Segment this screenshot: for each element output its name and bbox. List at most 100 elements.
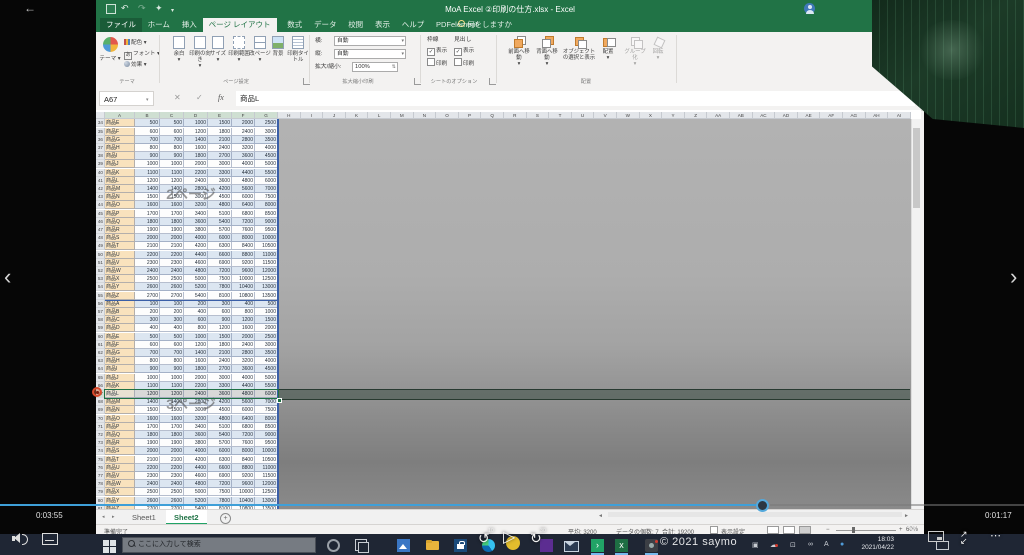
cell[interactable]: 500 [160,333,184,341]
headings-print-checkbox[interactable]: 印刷 [454,58,474,68]
view-page-break-button[interactable] [799,526,811,534]
cell[interactable]: 5400 [184,292,208,300]
cell[interactable]: 1800 [184,365,208,373]
next-video-icon[interactable]: › [1010,266,1017,288]
cell[interactable]: 7500 [208,275,232,283]
cell[interactable]: 13000 [255,283,278,291]
column-header[interactable]: P [459,112,482,119]
cell[interactable]: 4200 [184,456,208,464]
cell[interactable]: 800 [160,144,184,152]
cell[interactable]: 5000 [184,488,208,496]
cell[interactable]: 2800 [232,136,255,144]
ribbon-tab-9[interactable]: PDFelement [430,18,484,32]
zoom-slider[interactable] [836,530,896,531]
cell[interactable]: 800 [184,324,208,332]
cell[interactable]: 商品J [105,160,135,168]
cell[interactable]: 8800 [232,251,255,259]
cell[interactable]: 2300 [160,259,184,267]
cell[interactable]: 1000 [255,308,278,316]
cell[interactable]: 2300 [135,472,160,480]
tray-camera-icon[interactable]: ▣ [752,541,759,549]
cell[interactable]: 2300 [160,472,184,480]
cell[interactable]: 2000 [184,160,208,168]
more-options-icon[interactable]: ⋯ [990,529,1001,542]
column-header[interactable]: A [105,112,135,119]
cell[interactable]: 商品D [105,324,135,332]
cell[interactable]: 商品E [105,119,135,127]
themes-button[interactable]: テーマ ▾ [98,36,122,78]
cell[interactable]: 10800 [232,292,255,300]
theme-fonts-button[interactable]: あフォント ▾ [124,50,160,60]
cell[interactable]: 600 [208,308,232,316]
align-button[interactable]: 配置▾ [598,36,618,61]
cell[interactable]: 4500 [255,365,278,373]
cell[interactable]: 3200 [232,357,255,365]
cell[interactable]: 600 [160,341,184,349]
cell[interactable]: 商品T [105,242,135,250]
print-titles-button[interactable]: 印刷タイトル [286,36,310,63]
row-header[interactable]: 54 [96,283,105,291]
cell[interactable]: 4800 [184,480,208,488]
column-header[interactable]: B [135,112,160,119]
video-progress-knob[interactable] [756,499,769,512]
cell[interactable]: 4600 [184,472,208,480]
cell[interactable]: 900 [160,365,184,373]
column-header[interactable]: AC [753,112,776,119]
cell[interactable]: 600 [135,128,160,136]
cell[interactable]: 9500 [255,226,278,234]
cell[interactable]: 6600 [208,251,232,259]
cell[interactable]: 900 [135,152,160,160]
row-header[interactable]: 47 [96,226,105,234]
cell[interactable]: 商品I [105,365,135,373]
cell[interactable]: 8400 [232,242,255,250]
cell[interactable]: 800 [160,357,184,365]
cell[interactable]: 3200 [184,415,208,423]
skip-back-icon[interactable]: ↺10 [478,530,490,547]
cell[interactable]: 8400 [232,456,255,464]
cell[interactable]: 2600 [160,283,184,291]
cell[interactable]: 900 [208,316,232,324]
cell[interactable]: 3200 [232,144,255,152]
cell[interactable]: 9500 [255,439,278,447]
cell[interactable]: 1800 [160,431,184,439]
cell[interactable]: 1800 [208,341,232,349]
cell[interactable]: 商品U [105,464,135,472]
selection-pane-button[interactable]: オブジェクトの選択と表示 [562,36,596,61]
cell[interactable]: 11500 [255,259,278,267]
tray-link-icon[interactable]: ∞ [808,541,813,548]
cell[interactable]: 2000 [135,234,160,242]
cell[interactable]: 8500 [255,423,278,431]
cell[interactable]: 6300 [208,242,232,250]
cell[interactable]: 2500 [135,488,160,496]
cell[interactable]: 2200 [135,251,160,259]
cell[interactable]: 700 [160,136,184,144]
cell[interactable]: 800 [135,144,160,152]
cell[interactable]: 9600 [232,267,255,275]
cell[interactable]: 6900 [208,472,232,480]
row-header[interactable]: 42 [96,185,105,193]
cell[interactable]: 7200 [208,267,232,275]
row-header[interactable]: 74 [96,447,105,455]
cell[interactable]: 商品E [105,333,135,341]
row-header[interactable]: 52 [96,267,105,275]
column-header[interactable]: AA [707,112,730,119]
cell[interactable]: 2700 [135,292,160,300]
cell[interactable]: 2000 [184,374,208,382]
cell[interactable]: 12500 [255,275,278,283]
theme-colors-button[interactable]: 配色 ▾ [124,39,147,47]
row-header[interactable]: 75 [96,456,105,464]
cell[interactable]: 8500 [255,210,278,218]
row-header[interactable]: 36 [96,136,105,144]
cell[interactable]: 5000 [255,160,278,168]
photos-icon[interactable] [397,539,410,552]
cell[interactable]: 7200 [232,431,255,439]
cell[interactable]: 700 [135,349,160,357]
column-header[interactable]: M [391,112,414,119]
row-header[interactable]: 69 [96,406,105,414]
row-header[interactable]: 45 [96,210,105,218]
cell[interactable]: 3000 [255,341,278,349]
cell[interactable]: 2500 [255,333,278,341]
cell[interactable]: 4800 [184,267,208,275]
cell[interactable]: 商品F [105,128,135,136]
cell[interactable]: 2100 [160,242,184,250]
